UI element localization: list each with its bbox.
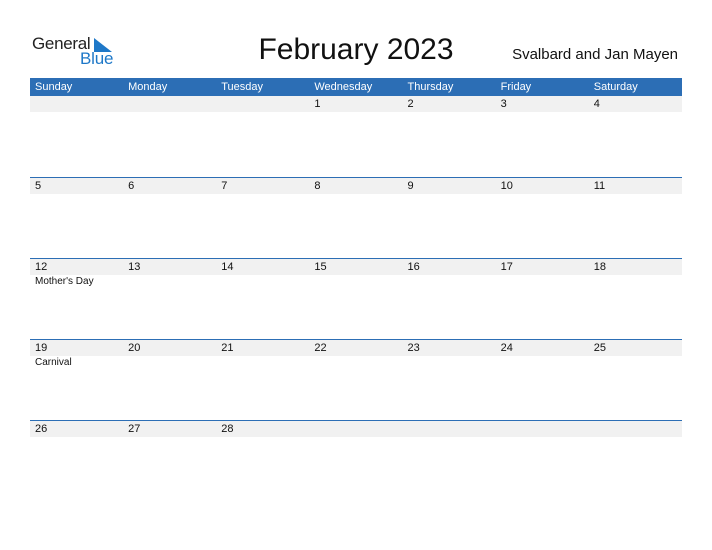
weekday-friday: Friday	[500, 81, 532, 93]
region-label: Svalbard and Jan Mayen	[512, 46, 678, 63]
date-row: 12 13 14 15 16 17 18	[30, 259, 682, 275]
day-number	[309, 421, 402, 437]
day-number: 3	[500, 98, 507, 110]
holiday-label	[309, 275, 402, 289]
holiday-label	[589, 356, 682, 370]
weekday-sunday: Sunday	[35, 81, 73, 93]
weekday-monday: Monday	[128, 81, 168, 93]
day-number: 4	[593, 98, 600, 110]
weekday-saturday: Saturday	[593, 81, 638, 93]
day-number: 16	[407, 261, 420, 273]
day-number: 7	[221, 180, 228, 192]
holiday-label	[496, 356, 589, 370]
date-row: 19 20 21 22 23 24 25	[30, 340, 682, 356]
holiday-label	[589, 275, 682, 289]
day-number: 25	[593, 342, 606, 354]
day-number: 14	[221, 261, 234, 273]
holiday-label	[403, 275, 496, 289]
weekday-thursday: Thursday	[407, 81, 454, 93]
day-number: 5	[35, 180, 42, 192]
date-row: 26 27 28	[30, 421, 682, 437]
holiday-label: Mother's Day	[35, 276, 94, 287]
day-number: 21	[221, 342, 234, 354]
events-row: Mother's Day	[30, 275, 682, 289]
weekday-header: Sunday Monday Tuesday Wednesday Thursday…	[30, 78, 682, 96]
holiday-label	[216, 275, 309, 289]
holiday-label	[309, 356, 402, 370]
day-number	[496, 421, 589, 437]
week-row: 19 20 21 22 23 24 25 Carnival	[30, 339, 682, 420]
day-number: 2	[407, 98, 414, 110]
holiday-label	[123, 356, 216, 370]
day-number: 20	[128, 342, 141, 354]
day-number: 6	[128, 180, 135, 192]
week-row: 26 27 28	[30, 420, 682, 501]
holiday-label: Carnival	[35, 357, 72, 368]
day-number	[123, 96, 216, 112]
day-number	[403, 421, 496, 437]
calendar-grid: Sunday Monday Tuesday Wednesday Thursday…	[30, 78, 682, 501]
day-number: 11	[593, 180, 606, 192]
week-row: 5 6 7 8 9 10 11	[30, 177, 682, 258]
events-row: Carnival	[30, 356, 682, 370]
day-number: 24	[500, 342, 513, 354]
day-number: 12	[35, 261, 48, 273]
holiday-label	[496, 275, 589, 289]
day-number	[589, 421, 682, 437]
holiday-label	[403, 356, 496, 370]
week-row: 1 2 3 4	[30, 96, 682, 177]
day-number	[30, 96, 123, 112]
day-number: 10	[500, 180, 513, 192]
holiday-label	[123, 275, 216, 289]
day-number: 13	[128, 261, 141, 273]
day-number: 27	[128, 423, 141, 435]
day-number: 15	[314, 261, 327, 273]
day-number: 23	[407, 342, 420, 354]
day-number	[216, 96, 309, 112]
day-number: 17	[500, 261, 513, 273]
holiday-label	[216, 356, 309, 370]
weekday-wednesday: Wednesday	[314, 81, 373, 93]
weekday-tuesday: Tuesday	[221, 81, 264, 93]
day-number: 19	[35, 342, 48, 354]
day-number: 18	[593, 261, 606, 273]
day-number: 28	[221, 423, 234, 435]
day-number: 26	[35, 423, 48, 435]
date-row: 1 2 3 4	[30, 96, 682, 112]
day-number: 9	[407, 180, 414, 192]
day-number: 8	[314, 180, 321, 192]
weeks-container: 1 2 3 4 5 6 7 8 9 10 11 12 13 14 15 16 17 18 Mother's Day 1…	[30, 96, 682, 501]
day-number: 22	[314, 342, 327, 354]
date-row: 5 6 7 8 9 10 11	[30, 178, 682, 194]
day-number: 1	[314, 98, 321, 110]
week-row: 12 13 14 15 16 17 18 Mother's Day	[30, 258, 682, 339]
